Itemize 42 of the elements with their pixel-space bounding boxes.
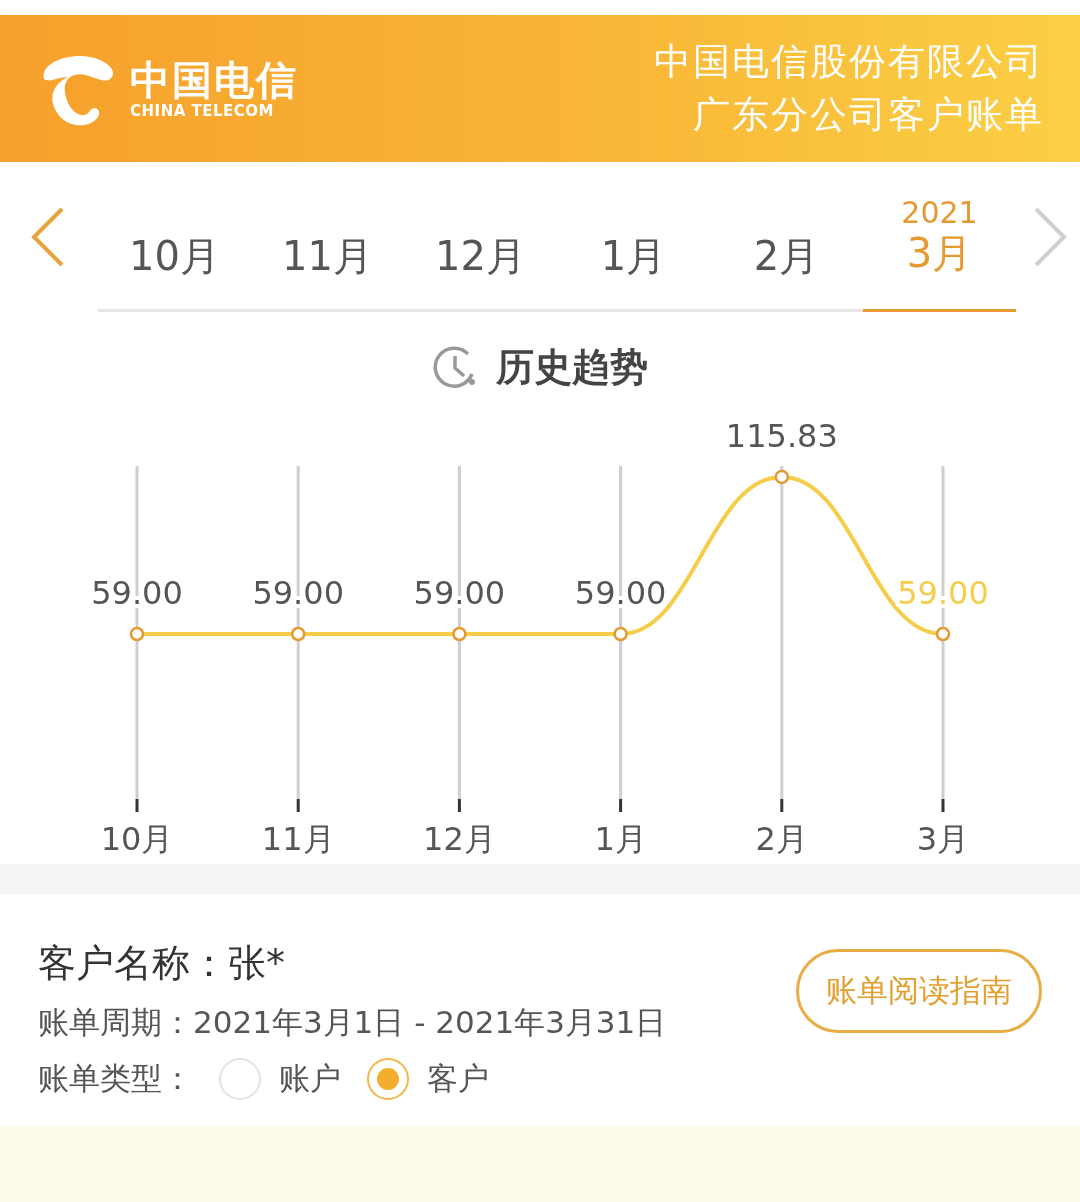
value-label: 59.00 — [91, 574, 183, 612]
customer-name: 客户名称：张* — [38, 940, 286, 987]
radio-label: 客户 — [427, 1059, 489, 1099]
month-tab[interactable]: 1月 — [557, 162, 710, 312]
header-title: 广东分公司客户账单 — [693, 92, 1044, 137]
data-point — [290, 626, 306, 642]
axis-label: 1月 — [594, 820, 647, 858]
tick-mark — [780, 799, 784, 812]
section-title: 历史趋势 — [496, 343, 648, 391]
tick-mark — [296, 799, 300, 812]
value-label: 115.83 — [725, 417, 838, 455]
header-title: 中国电信股份有限公司 — [654, 40, 1044, 85]
billing-period: 账单周期：2021年3月1日 - 2021年3月31日 — [38, 1003, 667, 1043]
tick-mark — [457, 799, 461, 812]
tick-mark — [135, 799, 139, 812]
value-label: 59.00 — [252, 574, 344, 612]
data-point — [935, 626, 951, 642]
axis-label: 3月 — [916, 820, 970, 858]
axis-label: 10月 — [100, 820, 174, 858]
month-tab[interactable]: 12月 — [404, 162, 557, 312]
clock-icon — [432, 344, 478, 390]
value-label: 59.00 — [574, 574, 667, 612]
data-point — [452, 626, 467, 642]
logo-text: 中国电信 — [130, 57, 298, 102]
bill-type-label: 账单类型： — [38, 1059, 193, 1099]
tick-mark — [619, 799, 623, 812]
data-point — [774, 469, 790, 485]
month-tab[interactable]: 2月 — [710, 162, 863, 312]
axis-label: 12月 — [423, 820, 496, 858]
value-label: 59.00 — [413, 574, 506, 612]
tick-mark — [941, 799, 945, 812]
value-label: 59.00 — [897, 574, 989, 612]
radio-button[interactable] — [367, 1058, 409, 1101]
axis-label: 2月 — [755, 820, 808, 858]
radio-button[interactable] — [219, 1058, 261, 1101]
month-tab[interactable]: 11月 — [251, 162, 404, 312]
radio-label: 账户 — [279, 1059, 341, 1099]
logo-subtitle: CHINA TELECOM — [130, 101, 275, 120]
axis-label: 11月 — [261, 820, 335, 858]
month-tab[interactable]: 10月 — [98, 162, 251, 312]
data-point — [613, 626, 628, 642]
data-point — [129, 626, 145, 642]
